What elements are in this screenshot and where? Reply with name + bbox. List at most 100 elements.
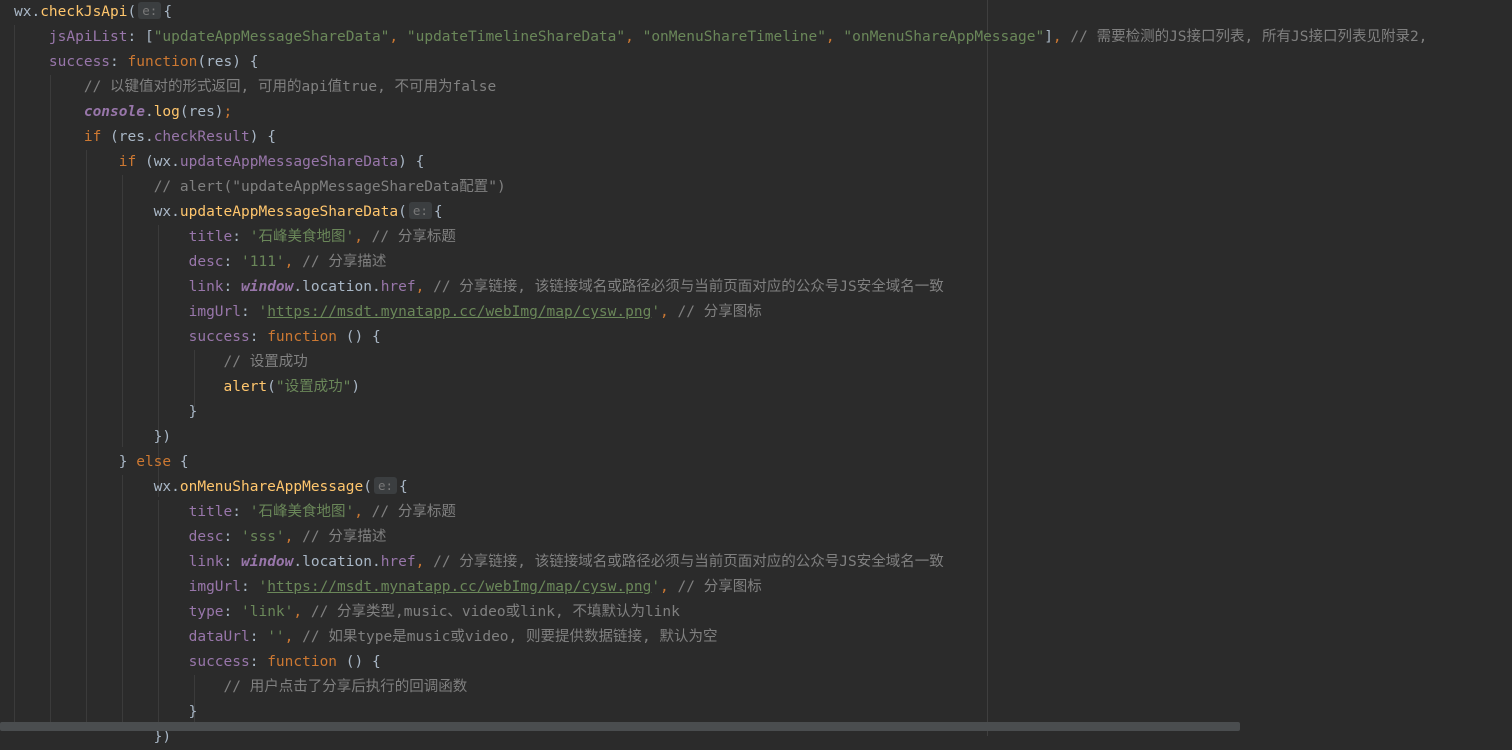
horizontal-scrollbar[interactable]	[0, 722, 1240, 731]
code-token: type	[188, 604, 224, 620]
code-token: (res) {	[197, 54, 259, 70]
code-line[interactable]: if (wx.updateAppMessageShareData) {	[14, 150, 425, 175]
code-token: ,	[284, 529, 303, 545]
code-token: // 分享标题	[371, 504, 456, 520]
code-line[interactable]: if (res.checkResult) {	[14, 125, 276, 150]
code-line[interactable]: })	[14, 425, 171, 450]
code-token: // alert("updateAppMessageShareData配置")	[153, 179, 506, 195]
code-line[interactable]: title: '石峰美食地图', // 分享标题	[14, 225, 456, 250]
code-line[interactable]: alert("设置成功")	[14, 375, 361, 400]
code-token: :	[249, 629, 268, 645]
code-token: https://msdt.mynatapp.cc/webImg/map/cysw…	[267, 304, 652, 320]
code-token: }	[14, 704, 198, 720]
code-token: // 如果type是music或video, 则要提供数据链接, 默认为空	[302, 629, 718, 645]
code-token: )	[351, 379, 361, 395]
code-token: (res)	[179, 104, 224, 120]
code-token: {	[399, 479, 408, 495]
code-token: (	[398, 204, 407, 220]
code-token: checkJsApi	[40, 4, 128, 20]
code-token: else	[136, 454, 180, 470]
code-line[interactable]: dataUrl: '', // 如果type是music或video, 则要提供…	[14, 625, 718, 650]
code-token: alert	[223, 379, 268, 395]
code-token: :	[223, 254, 241, 270]
code-line[interactable]: link: window.location.href, // 分享链接, 该链接…	[14, 550, 944, 575]
code-token: href	[380, 279, 416, 295]
code-line[interactable]: link: window.location.href, // 分享链接, 该链接…	[14, 275, 944, 300]
code-token: https://msdt.mynatapp.cc/webImg/map/cysw…	[267, 579, 652, 595]
code-token: .location.	[293, 279, 381, 295]
code-token: function	[127, 54, 198, 70]
code-token: ]	[1044, 29, 1053, 45]
code-line[interactable]: } else {	[14, 450, 189, 475]
code-token: updateAppMessageShareData	[179, 154, 399, 170]
code-token: ,	[415, 279, 434, 295]
code-line[interactable]: console.log(res);	[14, 100, 232, 125]
code-token: wx.	[14, 479, 180, 495]
code-line[interactable]: // 设置成功	[14, 350, 308, 375]
code-line[interactable]: wx.onMenuShareAppMessage(e:{	[14, 475, 408, 500]
code-token: (	[363, 479, 372, 495]
code-token: :	[232, 229, 250, 245]
code-token: '	[258, 579, 268, 595]
code-token: // 分享链接, 该链接域名或路径必须与当前页面对应的公众号JS安全域名一致	[433, 554, 944, 570]
code-line[interactable]: // alert("updateAppMessageShareData配置")	[14, 175, 506, 200]
code-line[interactable]: // 用户点击了分享后执行的回调函数	[14, 675, 468, 700]
code-line[interactable]: desc: '111', // 分享描述	[14, 250, 387, 275]
code-line[interactable]: jsApiList: ["updateAppMessageShareData",…	[14, 25, 1428, 50]
code-token: imgUrl	[188, 304, 241, 320]
code-line[interactable]: success: function () {	[14, 325, 381, 350]
code-line[interactable]: wx.updateAppMessageShareData(e:{	[14, 200, 443, 225]
code-token: // 分享描述	[302, 529, 387, 545]
code-token: // 分享标题	[371, 229, 456, 245]
code-token: :	[223, 529, 241, 545]
code-token: '111'	[241, 254, 285, 270]
code-token: '	[651, 579, 661, 595]
code-token: '石峰美食地图'	[249, 504, 355, 520]
code-line[interactable]: wx.checkJsApi(e:{	[14, 0, 172, 25]
code-token: ,	[284, 629, 303, 645]
code-line[interactable]: type: 'link', // 分享类型,music、video或link, …	[14, 600, 680, 625]
code-token: {	[433, 204, 443, 220]
code-token: :	[223, 554, 241, 570]
code-token: : [	[127, 29, 154, 45]
code-line[interactable]: success: function(res) {	[14, 50, 259, 75]
code-line[interactable]: // 以键值对的形式返回, 可用的api值true, 不可用为false	[14, 75, 496, 100]
code-line[interactable]: imgUrl: 'https://msdt.mynatapp.cc/webImg…	[14, 575, 762, 600]
code-token: ,	[825, 29, 844, 45]
code-token: ;	[223, 104, 233, 120]
code-line[interactable]: }	[14, 400, 198, 425]
code-token: })	[14, 429, 172, 445]
code-token: "onMenuShareTimeline"	[642, 29, 826, 45]
code-token: title	[188, 504, 233, 520]
code-token: window	[241, 554, 294, 570]
code-token: desc	[188, 529, 224, 545]
code-line[interactable]: success: function () {	[14, 650, 381, 675]
code-token: updateAppMessageShareData	[179, 204, 399, 220]
code-token: :	[249, 654, 268, 670]
code-editor[interactable]: wx.checkJsApi(e:{ jsApiList: ["updateApp…	[0, 0, 1512, 745]
code-token: '石峰美食地图'	[249, 229, 355, 245]
code-token: ,	[625, 29, 643, 45]
code-token: log	[153, 104, 180, 120]
code-token: (	[127, 4, 137, 20]
code-token: :	[241, 579, 259, 595]
code-token: :	[232, 504, 250, 520]
code-token: ''	[267, 629, 285, 645]
code-line[interactable]: desc: 'sss', // 分享描述	[14, 525, 387, 550]
code-line[interactable]: title: '石峰美食地图', // 分享标题	[14, 500, 456, 525]
code-token: .	[144, 104, 154, 120]
code-line[interactable]: imgUrl: 'https://msdt.mynatapp.cc/webImg…	[14, 300, 762, 325]
